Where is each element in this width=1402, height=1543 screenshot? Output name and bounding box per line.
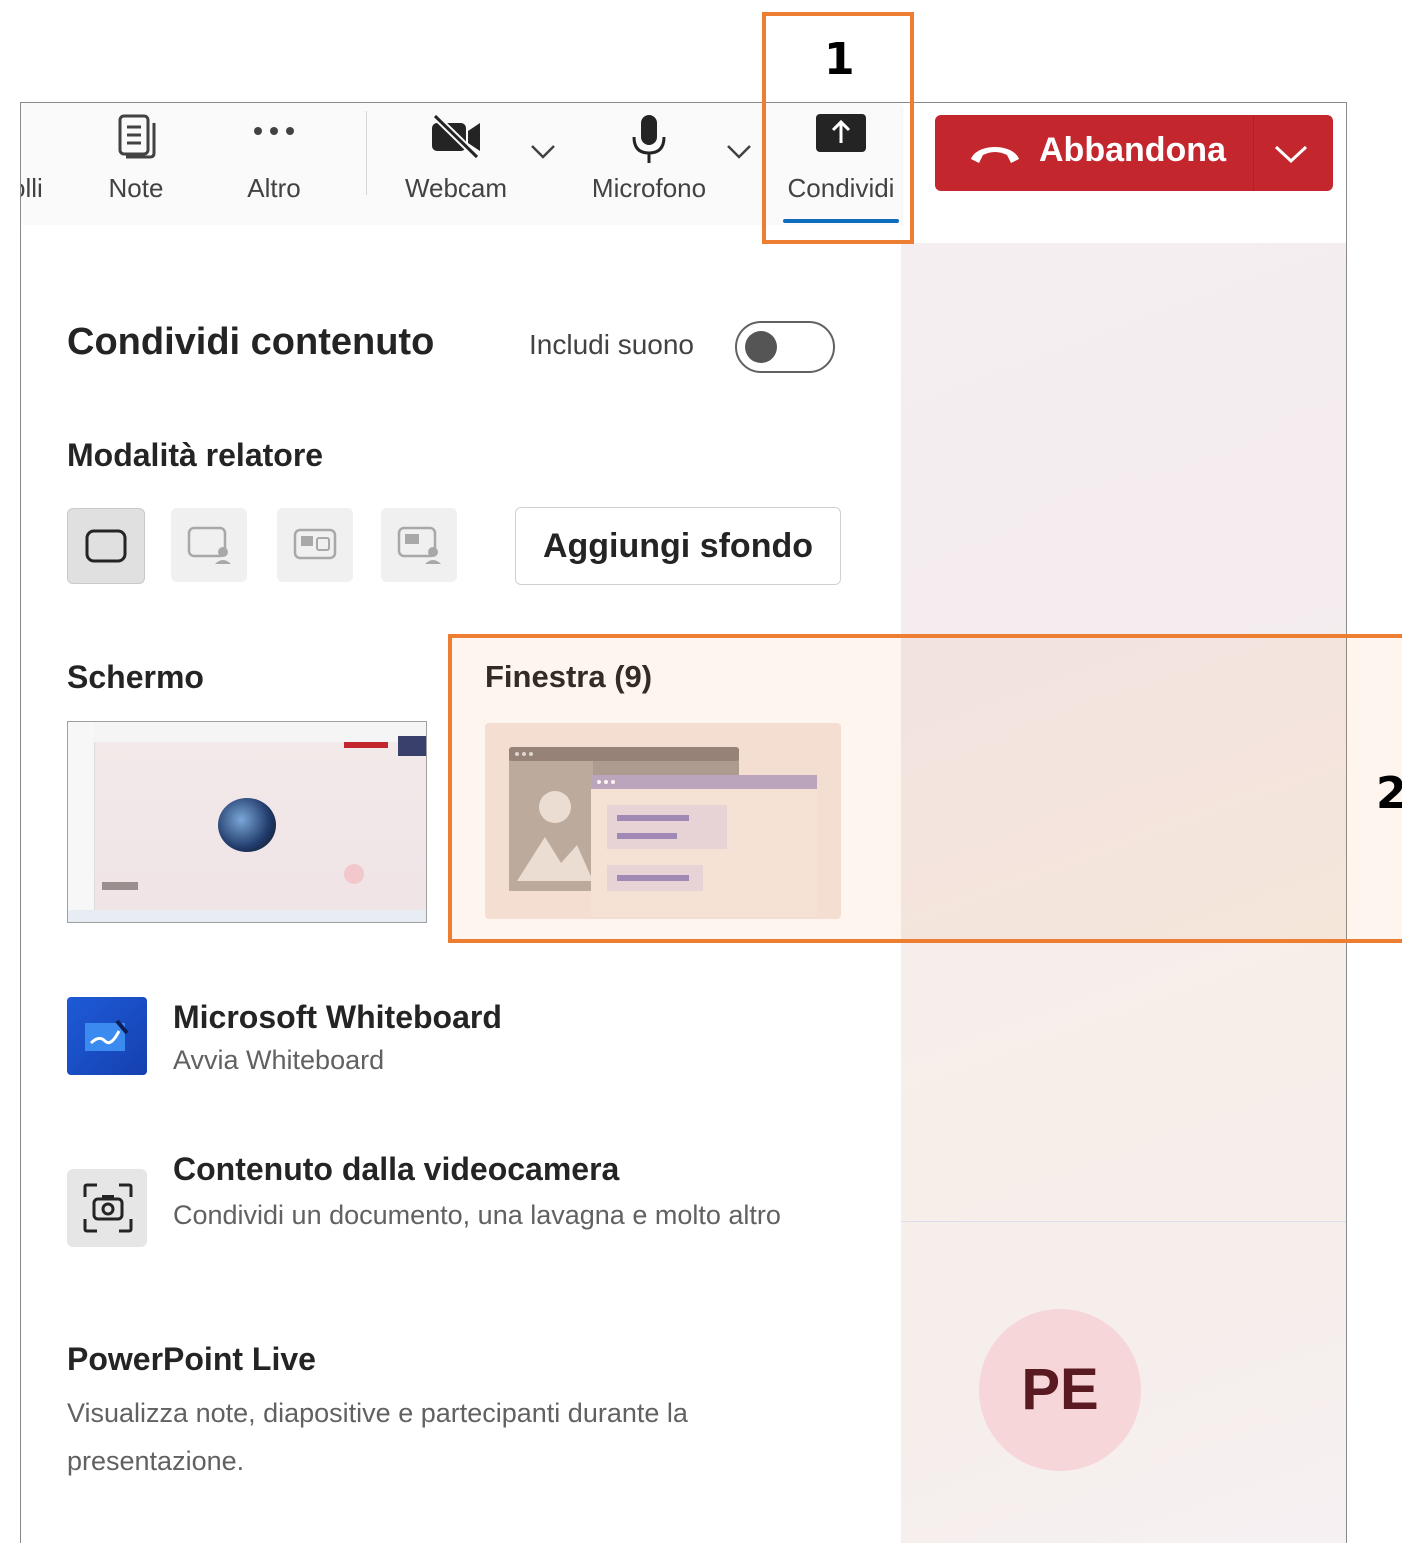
- option-subtitle: Visualizza note, diapositive e partecipa…: [67, 1398, 688, 1476]
- reporter-mode-icon: [397, 526, 441, 564]
- toolbar-item-more[interactable]: Altro: [229, 103, 319, 225]
- microphone-options-chevron-icon[interactable]: [725, 143, 753, 161]
- chevron-down-icon[interactable]: [1273, 143, 1309, 165]
- toolbar-item-label: Note: [108, 173, 164, 203]
- option-title[interactable]: Contenuto dalla videocamera: [173, 1151, 619, 1188]
- thumb-avatar: [218, 798, 276, 852]
- thumb-panel: [398, 736, 426, 756]
- thumb-taskbar: [68, 910, 426, 922]
- presenter-mode-reporter[interactable]: [381, 508, 457, 582]
- annotation-label-1: 1: [824, 34, 855, 85]
- whiteboard-icon[interactable]: [67, 997, 147, 1075]
- toolbar-item-microphone[interactable]: Microfono: [581, 103, 717, 225]
- microphone-icon: [632, 115, 666, 163]
- thumb-titlebar: [94, 722, 426, 742]
- option-title[interactable]: Microsoft Whiteboard: [173, 999, 502, 1036]
- standout-mode-icon: [187, 526, 231, 564]
- option-subtitle: Condividi un documento, una lavagna e mo…: [173, 1200, 781, 1230]
- toolbar-item-label: Altro: [247, 173, 301, 203]
- presenter-mode-standout[interactable]: [171, 508, 247, 582]
- notes-icon: [118, 114, 156, 159]
- toolbar-item-truncated[interactable]: olli: [21, 103, 55, 225]
- option-title[interactable]: PowerPoint Live: [67, 1341, 316, 1378]
- presenter-mode-title: Modalità relatore: [67, 437, 324, 473]
- side-by-side-mode-icon: [293, 528, 337, 560]
- whiteboard-glyph: [85, 1019, 129, 1051]
- toolbar-item-notes[interactable]: Note: [91, 103, 181, 225]
- option-subtitle: Avvia Whiteboard: [173, 1045, 385, 1075]
- include-sound-label: Includi suono: [529, 329, 695, 360]
- toolbar-item-label: Microfono: [591, 173, 707, 203]
- thumb-avatar-small: [344, 864, 364, 884]
- camera-content-glyph: [83, 1183, 133, 1233]
- camera-content-icon[interactable]: [67, 1169, 147, 1247]
- more-icon: [254, 127, 294, 135]
- screen-thumbnail[interactable]: [67, 721, 427, 923]
- content-only-icon: [85, 529, 127, 563]
- toggle-knob: [745, 331, 777, 363]
- presenter-mode-side-by-side[interactable]: [277, 508, 353, 582]
- leave-button[interactable]: Abbandona: [935, 115, 1333, 191]
- thumb-leave-button: [344, 742, 388, 748]
- toolbar-divider: [366, 111, 367, 195]
- leave-label: Abbandona: [1039, 131, 1226, 169]
- add-background-button[interactable]: Aggiungi sfondo: [515, 507, 841, 585]
- toolbar-item-label: olli: [21, 173, 43, 203]
- toolbar-item-webcam[interactable]: Webcam: [391, 103, 521, 225]
- stage-divider: [901, 1221, 1346, 1222]
- hangup-icon: [971, 147, 1019, 163]
- panel-title: Condividi contenuto: [67, 321, 435, 363]
- include-sound-toggle[interactable]: [735, 321, 835, 373]
- participant-avatar[interactable]: PE: [979, 1309, 1141, 1471]
- leave-split-divider: [1253, 115, 1254, 191]
- thumb-bar: [102, 882, 138, 890]
- presenter-mode-content-only[interactable]: [67, 508, 145, 584]
- camera-off-icon: [432, 113, 480, 159]
- thumb-sidebar: [68, 722, 95, 922]
- webcam-options-chevron-icon[interactable]: [529, 143, 557, 161]
- screen-section-label: Schermo: [67, 659, 204, 695]
- annotation-label-2: 2: [1376, 768, 1402, 819]
- toolbar-item-label: Webcam: [404, 173, 508, 203]
- annotation-box-2: [448, 634, 1402, 943]
